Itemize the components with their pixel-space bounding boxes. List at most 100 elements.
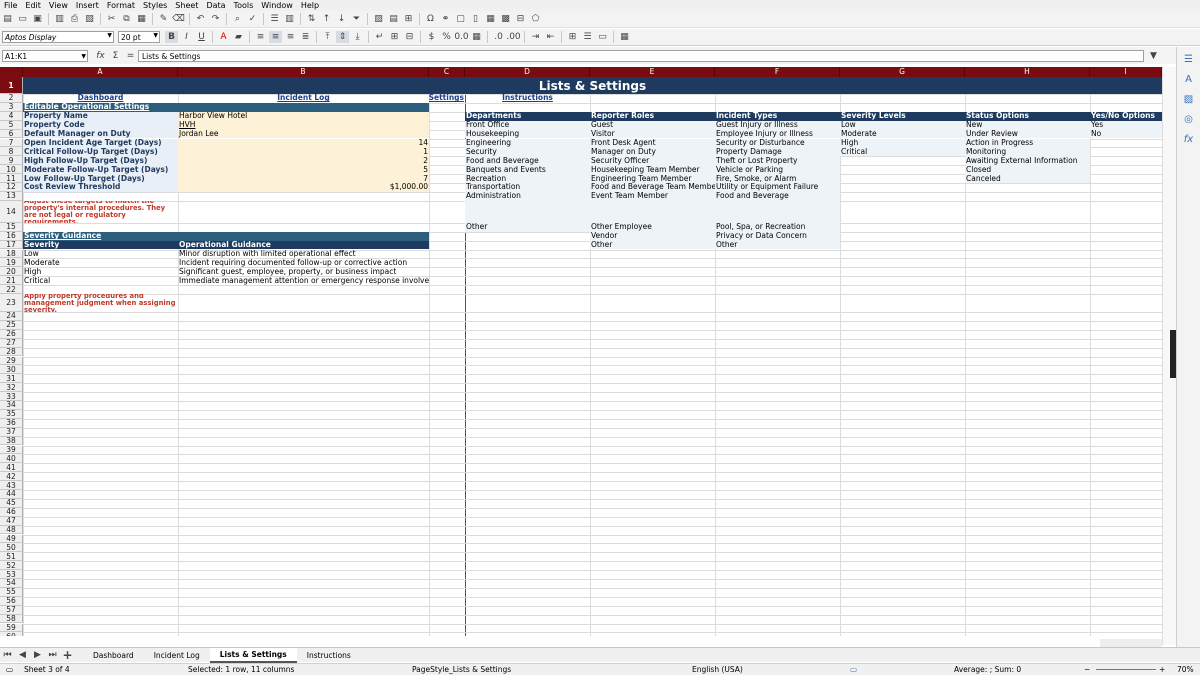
date-format-icon[interactable]: ▦ [470, 31, 483, 43]
guidance-severity[interactable]: High [23, 267, 178, 276]
freeze-rows-columns-icon[interactable]: ▩ [499, 13, 512, 25]
setting-value[interactable]: 5 [178, 165, 429, 175]
list-item[interactable]: Front Office [465, 120, 590, 130]
sort-icon[interactable]: ⇅ [305, 13, 318, 25]
list-item[interactable] [590, 200, 715, 223]
list-item[interactable]: No [1090, 129, 1162, 139]
list-item[interactable]: Critical [840, 147, 965, 157]
setting-label[interactable]: High Follow-Up Target (Days) [23, 156, 178, 166]
section-header-fill[interactable] [178, 102, 429, 112]
spreadsheet-grid[interactable]: ABCDEFGHI 1 2 3 4 5 6 7 8 9 10 11 12 13 14 15 16 17 18 19 2… [0, 67, 1162, 636]
setting-value[interactable]: $1,000.00 [178, 183, 429, 192]
list-item[interactable]: High [840, 138, 965, 148]
list-item[interactable]: Security [465, 147, 590, 157]
menu-insert[interactable]: Insert [72, 1, 103, 10]
define-print-area-icon[interactable]: ▦ [484, 13, 497, 25]
next-sheet-icon[interactable]: ▶ [31, 649, 44, 661]
list-item[interactable]: Under Review [965, 129, 1090, 139]
row-header[interactable]: 23 [0, 294, 23, 312]
redo-icon[interactable]: ↷ [209, 13, 222, 25]
sort-ascending-icon[interactable]: ↑ [320, 13, 333, 25]
cut-icon[interactable]: ✂ [105, 13, 118, 25]
setting-label[interactable]: Cost Review Threshold [23, 183, 178, 192]
list-item[interactable]: Food and Beverage [715, 191, 840, 201]
show-draw-functions-icon[interactable]: ⬠ [529, 13, 542, 25]
autofilter-icon[interactable]: ⏷ [350, 13, 363, 25]
list-item[interactable]: Low [840, 120, 965, 130]
setting-label[interactable]: Critical Follow-Up Target (Days) [23, 147, 178, 157]
new-document-icon[interactable]: ▤ [1, 13, 14, 25]
column-header[interactable]: I [1090, 67, 1162, 77]
list-item[interactable]: Fire, Smoke, or Alarm [715, 174, 840, 183]
zoom-in-icon[interactable]: + [1159, 665, 1165, 674]
setting-value[interactable]: 7 [178, 174, 429, 183]
row-header[interactable]: 14 [0, 200, 23, 223]
guidance-severity[interactable]: Critical [23, 276, 178, 285]
function-wizard-icon[interactable]: fx [94, 50, 107, 62]
nav-link-instructions[interactable]: Instructions [465, 94, 590, 103]
add-decimal-icon[interactable]: .0 [492, 31, 505, 43]
formula-input[interactable]: Lists & Settings [138, 49, 1144, 62]
list-header[interactable]: Severity Levels [840, 111, 965, 121]
comment-icon[interactable]: ▢ [454, 13, 467, 25]
setting-label[interactable]: Property Name [23, 111, 178, 121]
setting-value[interactable]: 2 [178, 156, 429, 166]
chevron-down-icon[interactable]: ▼ [153, 32, 158, 39]
styles-icon[interactable]: A [1182, 73, 1196, 87]
insert-chart-icon[interactable]: ▤ [387, 13, 400, 25]
navigator-icon[interactable]: ◎ [1182, 113, 1196, 127]
guidance-text[interactable]: Incident requiring documented follow-up … [178, 258, 429, 267]
status-page-style[interactable]: PageStyle_Lists & Settings [412, 665, 511, 674]
row-header[interactable]: 13 [0, 191, 23, 201]
list-item[interactable]: Employee Injury or Illness [715, 129, 840, 139]
menu-edit[interactable]: Edit [21, 1, 45, 10]
align-left-icon[interactable]: ≡ [254, 31, 267, 43]
pivot-table-icon[interactable]: ⊞ [402, 13, 415, 25]
number-format-icon[interactable]: 0.0 [454, 31, 468, 43]
previous-sheet-icon[interactable]: ◀ [16, 649, 29, 661]
list-item[interactable]: Privacy or Data Concern [715, 231, 840, 241]
list-item[interactable]: Other [590, 240, 715, 250]
menu-window[interactable]: Window [257, 1, 297, 10]
properties-icon[interactable]: ☰ [1182, 53, 1196, 67]
unmerge-icon[interactable]: ⊟ [403, 31, 416, 43]
list-item[interactable]: Other [715, 240, 840, 250]
nav-link-dashboard[interactable]: Dashboard [23, 94, 178, 103]
clear-formatting-icon[interactable]: ⌫ [172, 13, 185, 25]
sum-icon[interactable]: Σ [109, 50, 122, 62]
column-header[interactable]: C [429, 67, 465, 77]
list-item[interactable]: Guest [590, 120, 715, 130]
wrap-text-icon[interactable]: ↵ [373, 31, 386, 43]
find-replace-icon[interactable]: ⌕ [231, 13, 244, 25]
list-item[interactable]: Engineering Team Member [590, 174, 715, 183]
list-item[interactable]: Food and Beverage Team Member [590, 183, 715, 192]
border-color-icon[interactable]: ▭ [596, 31, 609, 43]
conditional-format-icon[interactable]: ▦ [618, 31, 631, 43]
list-item[interactable]: Guest Injury or Illness [715, 120, 840, 130]
list-header[interactable]: Reporter Roles [590, 111, 715, 121]
open-folder-icon[interactable]: ▭ [16, 13, 29, 25]
table-header[interactable]: Operational Guidance [178, 240, 429, 250]
severity-note[interactable]: Apply property procedures and management… [23, 294, 178, 312]
column-header[interactable]: F [715, 67, 840, 77]
list-item[interactable]: Banquets and Events [465, 165, 590, 175]
special-character-icon[interactable]: Ω [424, 13, 437, 25]
list-item[interactable]: Vehicle or Parking [715, 165, 840, 175]
borders-icon[interactable]: ⊞ [566, 31, 579, 43]
spelling-icon[interactable]: ✓ [246, 13, 259, 25]
section-header[interactable]: Editable Operational Settings [23, 102, 178, 112]
decrease-indent-icon[interactable]: ⇤ [544, 31, 557, 43]
border-style-icon[interactable]: ☰ [581, 31, 594, 43]
list-item[interactable]: Moderate [840, 129, 965, 139]
font-size-box[interactable]: 20 pt ▼ [118, 31, 160, 43]
sort-descending-icon[interactable]: ↓ [335, 13, 348, 25]
list-item[interactable]: Monitoring [965, 147, 1090, 157]
column-icon[interactable]: ▥ [283, 13, 296, 25]
tab-instructions[interactable]: Instructions [297, 649, 361, 662]
menu-tools[interactable]: Tools [230, 1, 258, 10]
underline-icon[interactable]: U [195, 31, 208, 43]
nav-link-lists-settings[interactable]: Lists & Settings [429, 94, 465, 103]
menu-file[interactable]: File [0, 1, 21, 10]
list-item[interactable]: Front Desk Agent [590, 138, 715, 148]
setting-value[interactable]: HVH [178, 120, 429, 130]
